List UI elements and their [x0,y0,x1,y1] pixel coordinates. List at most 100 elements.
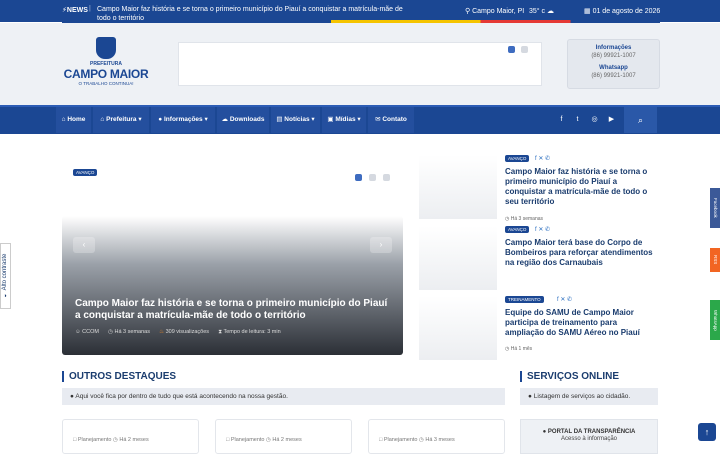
nav-informacoes[interactable]: ● Informações ▾ [151,107,216,133]
share-icons[interactable]: f ✕ ✆ [535,226,550,233]
fire-icon: ♨ [159,329,165,335]
news-title[interactable]: Equipe do SAMU de Campo Maior participa … [505,308,655,338]
outros-info: ● Aqui você fica por dentro de tudo que … [62,388,505,405]
list-item[interactable]: AVANÇO f ✕ ✆ Campo Maior faz história e … [419,155,659,225]
slide-prev-button[interactable]: ‹ [73,237,95,253]
nav-noticias[interactable]: ▤ Notícias ▾ [271,107,321,133]
image-icon: ▣ [327,116,334,123]
highlight-card[interactable]: □ Planejamento ◷ Há 2 meses [62,419,199,454]
calendar-icon: ▦ [584,8,591,15]
crest-icon [96,37,116,59]
slide-meta: ☺ CCOM ◷ Há 3 semanas ♨ 309 visualizaçõe… [75,329,281,335]
top-bar: ⚡NEWS | Campo Maior faz história e se to… [0,0,720,22]
slide-next-button[interactable]: › [370,237,392,253]
share-icons[interactable]: f ✕ ✆ [557,296,572,303]
newspaper-icon: ▤ [276,116,283,123]
facebook-side-tab[interactable]: Facebook [710,188,720,228]
list-item[interactable]: AVANÇO f ✕ ✆ Campo Maior terá base do Co… [419,226,659,296]
slide-badge[interactable]: AVANÇO [73,169,98,176]
folder-icon: □ [226,437,230,443]
user-icon: ☺ [75,329,81,335]
slide-title[interactable]: Campo Maior faz história e se torna o pr… [75,298,395,322]
facebook-icon[interactable]: f [553,107,570,133]
info-label: Informações [595,45,632,51]
nav-home[interactable]: ⌂ Home [56,107,92,133]
news-thumbnail[interactable] [419,155,497,219]
slide-dot-2[interactable] [369,174,376,181]
portal-title: ● PORTAL DA TRANSPARÊNCIA [542,429,636,435]
clock-icon: ◷ [266,437,271,443]
header-banner [178,42,542,86]
info-icon: ● [528,393,532,400]
news-badge[interactable]: AVANÇO [505,226,530,233]
clock-icon: ◷ [505,346,510,352]
portal-subtitle: Acesso à informação [560,436,618,442]
section-title-servicos: SERVIÇOS ONLINE [520,371,619,382]
high-contrast-toggle[interactable]: ◐ Alto contraste [0,243,11,309]
highlight-card[interactable]: □ Planejamento ◷ Há 2 meses [215,419,352,454]
news-badge[interactable]: TREINAMENTO [505,296,544,303]
envelope-icon: ✉ [375,116,381,123]
news-title[interactable]: Campo Maior terá base do Corpo de Bombei… [505,238,655,268]
separator: | [89,5,91,12]
info-phone[interactable]: (86) 99921-1007 [568,53,659,59]
nav-downloads[interactable]: ☁ Downloads [217,107,270,133]
folder-icon: □ [73,437,77,443]
contact-box: Informações (86) 99921-1007 Whatsapp (86… [567,39,660,89]
search-icon[interactable]: ⌕ [624,107,657,133]
servicos-info: ● Listagem de serviços ao cidadão. [520,388,658,405]
youtube-icon[interactable]: ▶ [603,107,620,133]
instagram-icon[interactable]: ◎ [586,107,603,133]
caret-down-icon: ▾ [311,116,315,123]
caret-down-icon: ▾ [138,116,142,123]
news-time: ◷ Há 3 semanas [505,216,544,222]
nav-midias[interactable]: ▣ Mídias ▾ [322,107,367,133]
rss-side-tab[interactable]: RSS [710,248,720,272]
caret-down-icon: ▾ [204,116,208,123]
location-pin-icon: ⚲ [465,8,471,15]
featured-slider[interactable]: AVANÇO ‹ › Campo Maior faz história e se… [62,148,403,355]
info-icon: ● [70,393,74,400]
current-date: ▦ 01 de agosto de 2026 [584,8,661,15]
nav-contato[interactable]: ✉ Contato [368,107,415,133]
share-icons[interactable]: f ✕ ✆ [535,155,550,162]
caret-down-icon: ▾ [357,116,361,123]
lock-icon: ● [542,429,547,435]
news-time: ◷ Há 1 mês [505,346,533,352]
site-logo[interactable]: PREFEITURA CAMPO MAIOR O TRABALHO CONTIN… [62,37,150,93]
section-title-outros: OUTROS DESTAQUES [62,371,176,382]
whatsapp-side-tab[interactable]: WhatsApp [710,300,720,340]
contrast-icon: ◐ [2,292,8,299]
nav-prefeitura[interactable]: ⌂ Prefeitura ▾ [93,107,150,133]
whatsapp-label: Whatsapp [599,65,628,71]
news-thumbnail[interactable] [419,226,497,290]
news-thumbnail[interactable] [419,296,497,360]
banner-dot-1[interactable] [508,46,515,53]
location: ⚲ Campo Maior, PI [465,8,525,15]
news-badge[interactable]: AVANÇO [505,155,530,162]
news-label: ⚡NEWS [62,7,88,14]
download-icon: ☁ [221,116,229,123]
twitter-icon[interactable]: t [569,107,586,133]
logo-name: CAMPO MAIOR [63,67,149,81]
weather: 35° c ☁ [529,8,554,15]
logo-slogan: O TRABALHO CONTINUA! [78,81,134,86]
clock-icon: ◷ [108,329,113,335]
news-title[interactable]: Campo Maior faz história e se torna o pr… [505,167,655,207]
slide-dot-1[interactable] [355,174,362,181]
clock-icon: ◷ [419,437,424,443]
cloud-icon: ☁ [546,8,554,15]
folder-icon: □ [379,437,383,443]
clock-icon: ◷ [113,437,118,443]
highlight-card[interactable]: □ Planejamento ◷ Há 3 meses [368,419,505,454]
portal-transparencia-button[interactable]: ● PORTAL DA TRANSPARÊNCIA Acesso à infor… [520,419,658,454]
slide-dot-3[interactable] [383,174,390,181]
list-item[interactable]: TREINAMENTO f ✕ ✆ Equipe do SAMU de Camp… [419,296,659,360]
whatsapp-phone[interactable]: (86) 99921-1007 [568,73,659,79]
bank-icon: ⌂ [100,116,105,123]
banner-dot-2[interactable] [521,46,528,53]
hourglass-icon: ⧗ [218,329,223,335]
comments-icon: ● [158,116,163,123]
back-to-top-button[interactable]: ↑ [698,423,716,441]
home-icon: ⌂ [61,116,66,123]
